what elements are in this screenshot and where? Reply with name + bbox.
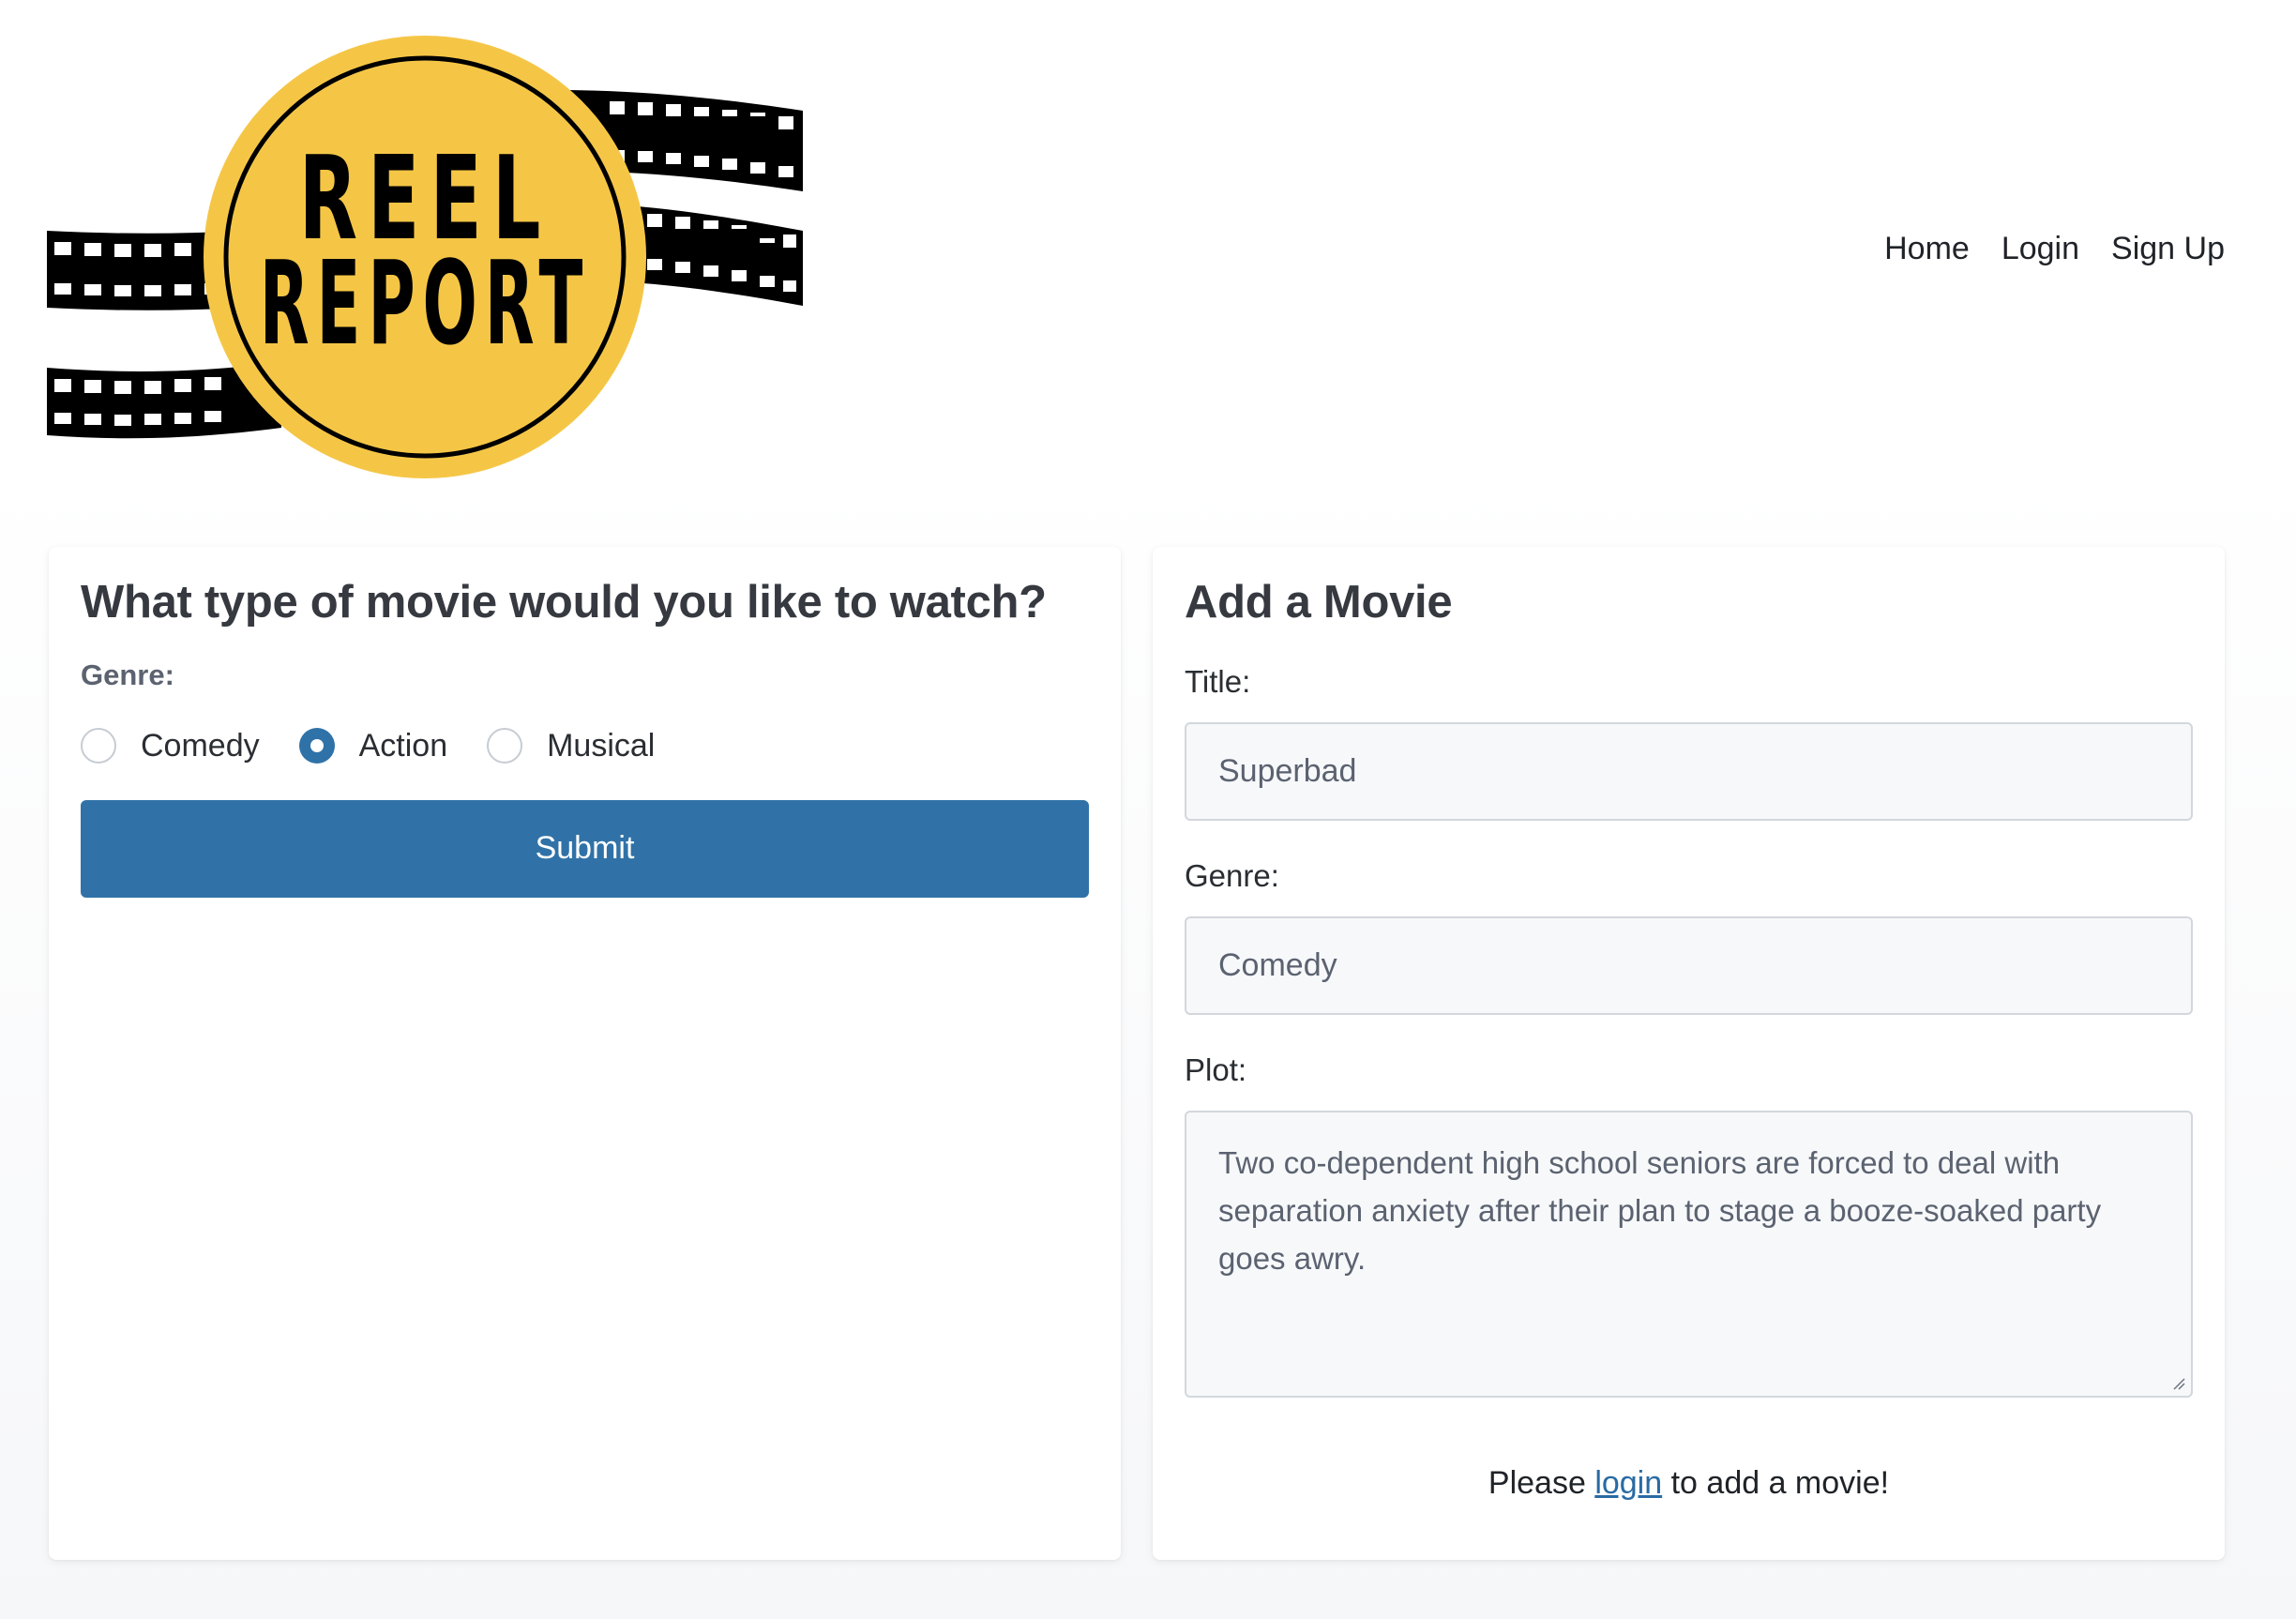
plot-textarea[interactable]: Two co-dependent high school seniors are… [1185, 1110, 2193, 1398]
search-card-title: What type of movie would you like to wat… [81, 577, 1047, 628]
submit-button[interactable]: Submit [81, 799, 1089, 898]
site-header: REEL REPORT Home Login Sign Up [0, 0, 2296, 507]
musical-radio[interactable] [487, 728, 523, 764]
logo-line2: REPORT [260, 238, 590, 371]
login-prompt: Please login to add a movie! [1185, 1465, 2193, 1502]
nav-login-link[interactable]: Login [2001, 231, 2079, 267]
title-input-value: Superbad [1218, 752, 1357, 789]
add-movie-card: Add a Movie Title: Superbad Genre: Comed… [1153, 547, 2225, 1560]
comedy-radio[interactable] [81, 728, 116, 764]
resize-handle-icon[interactable] [2172, 1377, 2185, 1390]
title-input[interactable]: Superbad [1185, 721, 2193, 821]
genre-option-action[interactable]: Action [298, 727, 448, 764]
action-radio-label: Action [358, 727, 448, 764]
action-radio[interactable] [298, 728, 335, 764]
genre-input[interactable]: Comedy [1185, 915, 2193, 1015]
genre-input-value: Comedy [1218, 946, 1337, 983]
genre-group-label: Genre: [81, 658, 174, 691]
nav-home-link[interactable]: Home [1884, 231, 1970, 267]
nav-signup-link[interactable]: Sign Up [2111, 231, 2225, 267]
login-prompt-link[interactable]: login [1594, 1465, 1662, 1501]
reel-report-logo[interactable]: REEL REPORT [47, 34, 803, 480]
plot-field-label: Plot: [1185, 1052, 1247, 1087]
login-prompt-before: Please [1488, 1464, 1595, 1501]
plot-textarea-value: Two co-dependent high school seniors are… [1218, 1144, 2102, 1276]
main-nav: Home Login Sign Up [1884, 231, 2225, 267]
add-movie-title: Add a Movie [1185, 577, 1453, 628]
title-field-label: Title: [1185, 663, 1251, 699]
movie-search-card: What type of movie would you like to wat… [49, 547, 1121, 1560]
genre-radio-group: Comedy Action Musical [81, 728, 1089, 764]
genre-field-label: Genre: [1185, 857, 1279, 893]
genre-option-comedy[interactable]: Comedy [81, 728, 260, 764]
login-prompt-after: to add a movie! [1662, 1464, 1890, 1501]
musical-radio-label: Musical [547, 727, 656, 764]
genre-option-musical[interactable]: Musical [487, 728, 655, 764]
comedy-radio-label: Comedy [141, 727, 260, 764]
